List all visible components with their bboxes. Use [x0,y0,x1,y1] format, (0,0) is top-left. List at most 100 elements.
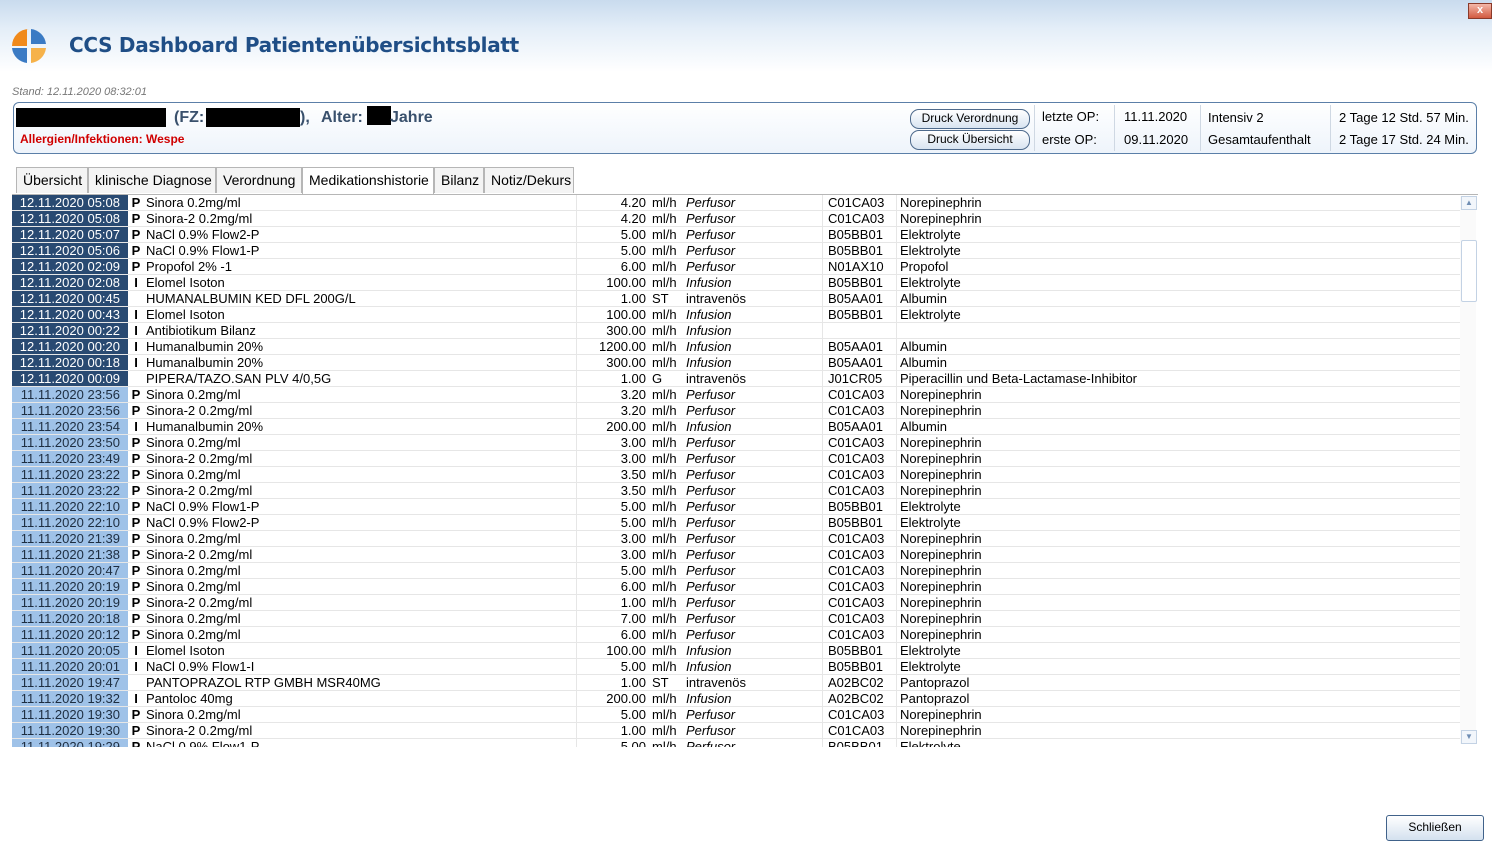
row-type: I [134,323,138,338]
row-medication: Sinora 0.2mg/ml [146,387,577,402]
erste-op-label: erste OP: [1042,132,1097,147]
row-medication: NaCl 0.9% Flow1-P [146,499,577,514]
table-row[interactable]: 12.11.2020 02:08 I Elomel Isoton 100.00 ml/h… [12,275,1462,291]
row-amount: 5.00 [620,515,646,530]
schliessen-button[interactable]: Schließen [1386,815,1484,841]
table-row[interactable]: 12.11.2020 00:22 I Antibiotikum Bilanz 300.… [12,323,1462,339]
row-substance: Elektrolyte [900,515,961,530]
row-route: Perfusor [686,515,823,530]
table-row[interactable]: 11.11.2020 20:19 P Sinora 0.2mg/ml 6.00 ml/h… [12,579,1462,595]
scroll-thumb[interactable] [1461,240,1477,302]
table-row[interactable]: 11.11.2020 23:49 P Sinora-2 0.2mg/ml 3.00 ml… [12,451,1462,467]
table-row[interactable]: 11.11.2020 23:22 P Sinora-2 0.2mg/ml 3.50 ml… [12,483,1462,499]
table-row[interactable]: 11.11.2020 23:56 P Sinora-2 0.2mg/ml 3.20 ml… [12,403,1462,419]
row-route: Infusion [686,419,823,434]
redacted-fz [206,108,300,127]
table-row[interactable]: 11.11.2020 23:22 P Sinora 0.2mg/ml 3.50 ml/h… [12,467,1462,483]
app-logo-icon [12,29,46,63]
table-row[interactable]: 12.11.2020 00:09 PIPERA/TAZO.SAN PLV 4/0,… [12,371,1462,387]
row-substance: Norepinephrin [900,579,982,594]
row-type: P [131,435,141,450]
row-date: 12.11.2020 02:08 [12,275,128,290]
table-row[interactable]: 11.11.2020 19:32 I Pantoloc 40mg 200.00 ml/h… [12,691,1462,707]
table-row[interactable]: 11.11.2020 20:12 P Sinora 0.2mg/ml 6.00 ml/h… [12,627,1462,643]
tab-notiz-dekurs[interactable]: Notiz/Dekurs [484,167,574,193]
row-route: intravenös [686,291,823,306]
tab-uebersicht[interactable]: Übersicht [16,167,88,193]
patient-header: (FZ: ), Alter: Jahre Allergien/Infektion… [13,102,1477,154]
table-row[interactable]: 12.11.2020 00:18 I Humanalbumin 20% 300.00 m… [12,355,1462,371]
table-row[interactable]: 11.11.2020 20:18 P Sinora 0.2mg/ml 7.00 ml/h… [12,611,1462,627]
row-unit: ml/h [652,419,677,434]
row-atc-code: B05AA01 [828,419,897,434]
row-route: Perfusor [686,403,823,418]
row-atc-code: C01CA03 [828,435,897,450]
druck-verordnung-button[interactable]: Druck Verordnung [910,109,1030,129]
tab-klinische-diagnose[interactable]: klinische Diagnose [88,167,216,193]
table-row[interactable]: 11.11.2020 22:10 P NaCl 0.9% Flow1-P 5.00 ml… [12,499,1462,515]
table-row[interactable]: 12.11.2020 00:43 I Elomel Isoton 100.00 ml/h… [12,307,1462,323]
table-row[interactable]: 12.11.2020 05:06 P NaCl 0.9% Flow1-P 5.00 ml… [12,243,1462,259]
tab-bilanz[interactable]: Bilanz [434,167,484,193]
table-row[interactable]: 11.11.2020 23:56 P Sinora 0.2mg/ml 3.20 ml/h… [12,387,1462,403]
table-row[interactable]: 11.11.2020 23:50 P Sinora 0.2mg/ml 3.00 ml/h… [12,435,1462,451]
row-type: I [134,275,138,290]
table-row[interactable]: 11.11.2020 21:38 P Sinora-2 0.2mg/ml 3.00 ml… [12,547,1462,563]
row-amount: 4.20 [620,211,646,226]
row-atc-code: C01CA03 [828,563,897,578]
table-row[interactable]: 12.11.2020 02:09 P Propofol 2% -1 6.00 ml/h P… [12,259,1462,275]
table-row[interactable]: 12.11.2020 05:07 P NaCl 0.9% Flow2-P 5.00 ml… [12,227,1462,243]
letzte-op-duration: 2 Tage 12 Std. 57 Min. [1339,110,1469,125]
row-amount: 100.00 [606,643,646,658]
table-row[interactable]: 11.11.2020 19:29 P NaCl 0.9% Flow1-P 5.00 ml… [12,739,1462,747]
row-unit: ml/h [652,467,677,482]
row-unit: ml/h [652,499,677,514]
row-atc-code: B05AA01 [828,291,897,306]
row-substance: Norepinephrin [900,547,982,562]
window-close-button[interactable]: x [1468,3,1492,19]
row-route: intravenös [686,371,823,386]
vertical-scrollbar[interactable]: ▲ ▼ [1460,196,1477,744]
table-row[interactable]: 11.11.2020 23:54 I Humanalbumin 20% 200.00 m… [12,419,1462,435]
row-atc-code: C01CA03 [828,627,897,642]
row-type: P [131,499,141,514]
row-substance: Norepinephrin [900,451,982,466]
table-row[interactable]: 11.11.2020 20:01 I NaCl 0.9% Flow1-I 5.00 ml… [12,659,1462,675]
row-atc-code: C01CA03 [828,595,897,610]
tab-verordnung[interactable]: Verordnung [216,167,302,193]
row-date: 11.11.2020 20:18 [12,611,128,626]
row-route: Perfusor [686,627,823,642]
table-row[interactable]: 11.11.2020 20:05 I Elomel Isoton 100.00 ml/h… [12,643,1462,659]
row-route: Perfusor [686,723,823,738]
table-row[interactable]: 11.11.2020 20:47 P Sinora 0.2mg/ml 5.00 ml/h… [12,563,1462,579]
letzte-op-station: Intensiv 2 [1208,110,1264,125]
row-amount: 100.00 [606,307,646,322]
table-row[interactable]: 11.11.2020 22:10 P NaCl 0.9% Flow2-P 5.00 ml… [12,515,1462,531]
table-row[interactable]: 11.11.2020 21:39 P Sinora 0.2mg/ml 3.00 ml/h… [12,531,1462,547]
row-type [128,291,144,306]
row-amount: 3.00 [620,435,646,450]
table-row[interactable]: 12.11.2020 05:08 P Sinora-2 0.2mg/ml 4.20 ml… [12,211,1462,227]
row-amount: 3.00 [620,451,646,466]
row-substance: Norepinephrin [900,563,982,578]
table-row[interactable]: 11.11.2020 19:30 P Sinora 0.2mg/ml 5.00 ml/h… [12,707,1462,723]
row-unit: ml/h [652,435,677,450]
row-route: Perfusor [686,483,823,498]
row-substance: Pantoprazol [900,691,970,706]
row-date: 12.11.2020 05:08 [12,211,128,226]
table-row[interactable]: 12.11.2020 00:45 HUMANALBUMIN KED DFL 200… [12,291,1462,307]
table-row[interactable]: 12.11.2020 05:08 P Sinora 0.2mg/ml 4.20 ml/h… [12,195,1462,211]
table-row[interactable]: 11.11.2020 19:47 PANTOPRAZOL RTP GMBH MSR… [12,675,1462,691]
tab-medikationshistorie[interactable]: Medikationshistorie [302,167,434,195]
table-row[interactable]: 12.11.2020 00:20 I Humanalbumin 20% 1200.00… [12,339,1462,355]
row-amount: 300.00 [606,323,646,338]
row-type: I [134,643,138,658]
druck-uebersicht-button[interactable]: Druck Übersicht [910,130,1030,150]
table-row[interactable]: 11.11.2020 20:19 P Sinora-2 0.2mg/ml 1.00 ml… [12,595,1462,611]
row-type: P [131,259,141,274]
row-substance: Norepinephrin [900,611,982,626]
scroll-up-icon[interactable]: ▲ [1461,196,1477,210]
row-medication: NaCl 0.9% Flow2-P [146,515,577,530]
table-row[interactable]: 11.11.2020 19:30 P Sinora-2 0.2mg/ml 1.00 ml… [12,723,1462,739]
scroll-down-icon[interactable]: ▼ [1461,730,1477,744]
